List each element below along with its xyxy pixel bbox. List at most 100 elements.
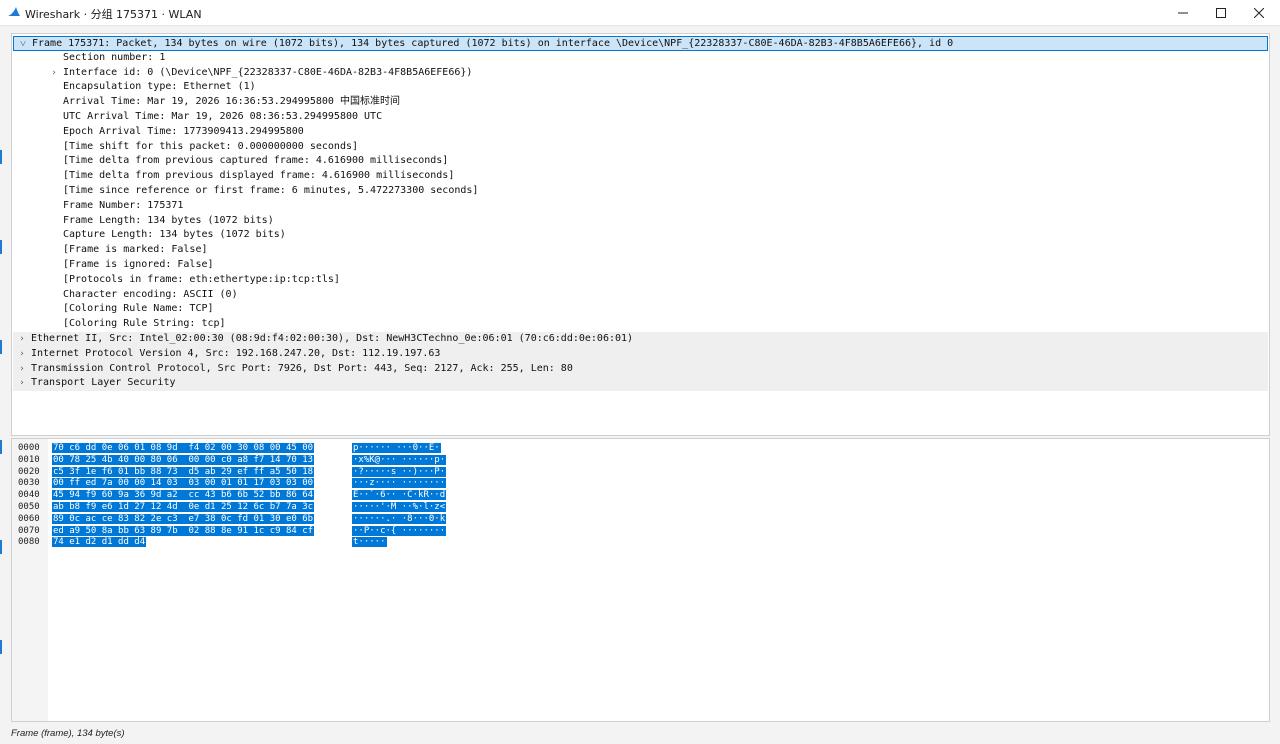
hex-bytes-line[interactable]: 74 e1 d2 d1 dd d4: [52, 536, 147, 548]
tree-row[interactable]: [Coloring Rule String: tcp]: [13, 317, 1266, 332]
hex-offset: 0020: [18, 466, 40, 477]
hex-bytes-line[interactable]: c5 3f 1e f6 01 bb 88 73 d5 ab 29 ef ff a…: [52, 466, 315, 478]
hex-bytes-line[interactable]: 70 c6 dd 0e 06 01 08 9d f4 02 00 30 08 0…: [52, 442, 315, 454]
hex-bytes-line[interactable]: 45 94 f9 60 9a 36 9d a2 cc 43 b6 6b 52 b…: [52, 489, 315, 501]
tree-row-label: Frame 175371: Packet, 134 bytes on wire …: [32, 38, 954, 49]
tree-row[interactable]: Section number: 1: [13, 51, 1266, 66]
tree-row[interactable]: › Transmission Control Protocol, Src Port…: [13, 361, 1268, 377]
tree-row[interactable]: Frame Number: 175371: [13, 199, 1266, 214]
ascii-bytes: ·x%K@··· ······p·: [352, 454, 447, 465]
tree-row-label: [Time shift for this packet: 0.000000000…: [63, 140, 359, 152]
tree-row-label: UTC Arrival Time: Mar 19, 2026 08:36:53.…: [63, 111, 383, 122]
ascii-line[interactable]: ······.· ·8···0·k: [352, 513, 447, 525]
hex-bytes: 89 0c ac ce 83 82 2e c3 e7 38 0c fd 01 3…: [52, 513, 315, 524]
tree-row[interactable]: [Time shift for this packet: 0.000000000…: [13, 140, 1266, 155]
tree-row[interactable]: Frame Length: 134 bytes (1072 bits): [13, 214, 1266, 229]
tree-row[interactable]: Arrival Time: Mar 19, 2026 16:36:53.2949…: [13, 95, 1266, 110]
tree-row[interactable]: › Transport Layer Security: [13, 376, 1268, 392]
tree-row[interactable]: Encapsulation type: Ethernet (1): [13, 80, 1266, 95]
tree-row[interactable]: Epoch Arrival Time: 1773909413.294995800: [13, 125, 1266, 140]
ascii-line[interactable]: t·····: [352, 536, 387, 548]
tree-row-label: Internet Protocol Version 4, Src: 192.16…: [31, 347, 441, 359]
hex-bytes-line[interactable]: 00 78 25 4b 40 00 80 06 00 00 c0 a8 f7 1…: [52, 454, 315, 466]
chevron-right-icon[interactable]: ›: [17, 362, 27, 377]
chevron-right-icon[interactable]: ›: [49, 66, 59, 81]
tree-row[interactable]: [Coloring Rule Name: TCP]: [13, 302, 1266, 317]
wireshark-fin-icon: [8, 7, 20, 16]
chevron-right-icon[interactable]: ›: [17, 332, 27, 347]
chevron-down-icon[interactable]: ˅: [18, 37, 28, 52]
hex-bytes-line[interactable]: 89 0c ac ce 83 82 2e c3 e7 38 0c fd 01 3…: [52, 513, 315, 525]
tree-row[interactable]: [Time delta from previous captured frame…: [13, 154, 1266, 169]
status-bar: Frame (frame), 134 byte(s): [0, 724, 1280, 744]
ascii-line[interactable]: p······ ···0··E·: [352, 442, 441, 454]
ascii-line[interactable]: E··`·6·· ·C·kR··d: [352, 489, 447, 501]
tree-row-label: [Coloring Rule String: tcp]: [63, 318, 226, 330]
tree-row[interactable]: UTC Arrival Time: Mar 19, 2026 08:36:53.…: [13, 110, 1266, 125]
tree-row-label: [Frame is ignored: False]: [63, 259, 214, 270]
ascii-line[interactable]: ·····'·M ··%·l·z<: [352, 501, 447, 513]
packet-bytes-pane[interactable]: 0000 70 c6 dd 0e 06 01 08 9d f4 02 00 30 …: [11, 438, 1270, 722]
tree-row[interactable]: [Frame is marked: False]: [13, 243, 1266, 258]
hex-bytes-line[interactable]: 00 ff ed 7a 00 00 14 03 03 00 01 01 17 0…: [52, 477, 315, 489]
tree-row[interactable]: Capture Length: 134 bytes (1072 bits): [13, 228, 1266, 243]
ascii-bytes: t·····: [352, 537, 387, 548]
minimize-icon: [1178, 12, 1188, 13]
minimize-button[interactable]: [1163, 0, 1203, 25]
tree-row[interactable]: [Time delta from previous displayed fram…: [13, 169, 1266, 184]
hex-bytes: ed a9 50 8a bb 63 89 7b 02 88 8e 91 1c c…: [52, 525, 315, 536]
tree-row-label: Character encoding: ASCII (0): [63, 288, 238, 300]
tree-row[interactable]: Character encoding: ASCII (0): [13, 288, 1266, 303]
tree-row-label: [Time delta from previous captured frame…: [63, 155, 449, 167]
chevron-right-icon[interactable]: ›: [17, 347, 27, 362]
tree-row-label: Interface id: 0 (\Device\NPF_{22328337-C…: [63, 66, 473, 78]
window-title: Wireshark · 分组 175371 · WLAN: [25, 8, 202, 21]
ascii-bytes: ·?·····s ··)···P·: [352, 466, 447, 477]
hex-offset: 0010: [18, 454, 40, 465]
hex-bytes-line[interactable]: ab b8 f9 e6 1d 27 12 4d 0e d1 25 12 6c b…: [52, 501, 315, 513]
tree-row-label: Section number: 1: [63, 51, 166, 63]
ascii-line[interactable]: ···z···· ········: [352, 477, 447, 489]
ascii-line[interactable]: ··P··c·{ ········: [352, 525, 447, 537]
status-text: Frame (frame), 134 byte(s): [11, 728, 125, 739]
maximize-button[interactable]: [1201, 0, 1241, 25]
ascii-line[interactable]: ·?·····s ··)···P·: [352, 466, 447, 478]
tree-row[interactable]: › Ethernet II, Src: Intel_02:00:30 (08:9d…: [13, 332, 1268, 347]
hex-offset: 0040: [18, 490, 40, 501]
tree-row-label: Frame Length: 134 bytes (1072 bits): [63, 214, 274, 226]
hex-bytes: ab b8 f9 e6 1d 27 12 4d 0e d1 25 12 6c b…: [52, 502, 315, 512]
tree-row-label: Transport Layer Security: [31, 377, 176, 389]
ascii-bytes: ···z···· ········: [352, 478, 447, 489]
chevron-right-icon[interactable]: ›: [17, 376, 27, 391]
hex-offset: 0050: [18, 502, 40, 512]
tree-row-label: Ethernet II, Src: Intel_02:00:30 (08:9d:…: [31, 333, 634, 344]
ascii-line[interactable]: ·x%K@··· ······p·: [352, 454, 447, 466]
hex-bytes: 00 ff ed 7a 00 00 14 03 03 00 01 01 17 0…: [52, 478, 315, 489]
tree-row[interactable]: [Time since reference or first frame: 6 …: [13, 184, 1266, 199]
packet-details-tree[interactable]: ˅ Frame 175371: Packet, 134 bytes on wire…: [11, 33, 1270, 436]
tree-row-label: Frame Number: 175371: [63, 199, 184, 211]
hex-bytes-line[interactable]: ed a9 50 8a bb 63 89 7b 02 88 8e 91 1c c…: [52, 525, 315, 537]
close-icon: [1254, 7, 1264, 18]
close-button[interactable]: [1239, 0, 1279, 25]
tree-row-label: [Protocols in frame: eth:ethertype:ip:tc…: [63, 273, 340, 285]
tree-row[interactable]: › Internet Protocol Version 4, Src: 192.1…: [13, 346, 1268, 362]
tree-row-label: [Coloring Rule Name: TCP]: [63, 303, 214, 315]
ascii-bytes: ··P··c·{ ········: [352, 525, 447, 536]
maximize-icon: [1216, 7, 1226, 18]
hex-bytes: 70 c6 dd 0e 06 01 08 9d f4 02 00 30 08 0…: [52, 443, 315, 453]
tree-row-label: [Time delta from previous displayed fram…: [63, 170, 455, 182]
hex-offset: 0070: [18, 525, 40, 536]
tree-row[interactable]: [Frame is ignored: False]: [13, 258, 1266, 273]
hex-bytes: 00 78 25 4b 40 00 80 06 00 00 c0 a8 f7 1…: [52, 454, 315, 465]
hex-offset: 0060: [18, 513, 40, 524]
tree-row-label: Arrival Time: Mar 19, 2026 16:36:53.2949…: [63, 96, 400, 108]
hex-offset: 0030: [18, 478, 40, 489]
hex-offset: 0000: [18, 443, 40, 453]
tree-row-label: Encapsulation type: Ethernet (1): [63, 81, 256, 93]
tree-row-label: Transmission Control Protocol, Src Port:…: [31, 362, 573, 374]
tree-row-selected[interactable]: ˅ Frame 175371: Packet, 134 bytes on wire…: [13, 36, 1268, 51]
hex-offset: 0080: [18, 537, 40, 548]
tree-row[interactable]: › Interface id: 0 (\Device\NPF_{22328337-…: [13, 66, 1266, 81]
tree-row[interactable]: [Protocols in frame: eth:ethertype:ip:tc…: [13, 273, 1266, 288]
